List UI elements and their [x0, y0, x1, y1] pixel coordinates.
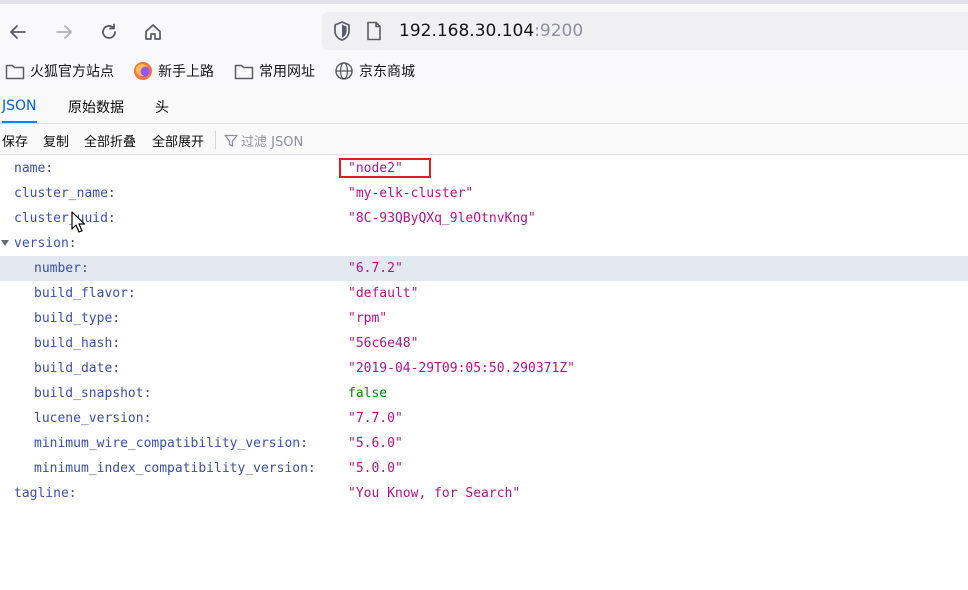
json-row-cluster-uuid[interactable]: cluster_uuid: "8C-93QByQXq_9leOtnvKng" — [0, 206, 968, 231]
url-port: :9200 — [534, 21, 584, 41]
tracking-protection-shield-icon[interactable] — [332, 20, 352, 42]
tab-headers[interactable]: 头 — [155, 90, 169, 123]
json-row-minimum-wire-compatibility-version[interactable]: minimum_wire_compatibility_version: "5.6… — [0, 431, 968, 456]
save-button[interactable]: 保存 — [2, 131, 28, 150]
back-button[interactable] — [2, 16, 34, 48]
bookmark-label: 常用网址 — [259, 64, 315, 80]
page-info-icon[interactable] — [366, 21, 382, 41]
json-key: version: — [14, 236, 77, 251]
json-row-build-snapshot[interactable]: build_snapshot: false — [0, 381, 968, 406]
home-icon — [145, 24, 161, 40]
firefox-icon — [134, 62, 152, 80]
json-key: number: — [34, 261, 89, 276]
reload-button[interactable] — [93, 16, 125, 48]
bookmarks-toolbar: 火狐官方站点 新手上路 常用网址 京东商城 — [0, 56, 968, 86]
globe-icon — [335, 62, 353, 80]
json-key: minimum_index_compatibility_version: — [34, 461, 316, 476]
filter-json-input[interactable]: 过滤 JSON — [224, 131, 303, 150]
json-key: build_flavor: — [34, 286, 136, 301]
json-value: "You Know, for Search" — [348, 486, 521, 501]
json-value: "my-elk-cluster" — [348, 186, 474, 201]
expand-toggle-icon[interactable] — [1, 240, 9, 246]
json-key: cluster_name: — [14, 186, 116, 201]
filter-icon — [224, 134, 238, 147]
json-value: "5.0.0" — [348, 461, 403, 476]
tab-raw-data[interactable]: 原始数据 — [68, 90, 124, 123]
mouse-cursor-icon — [71, 211, 85, 233]
bookmark-getting-started[interactable]: 新手上路 — [133, 60, 214, 82]
tab-json[interactable]: JSON — [2, 90, 37, 123]
bookmark-firefox-official[interactable]: 火狐官方站点 — [5, 60, 114, 82]
url-host: 192.168.30.104 — [399, 21, 535, 41]
viewer-tabs: JSON 原始数据 头 — [0, 90, 968, 124]
json-row-number[interactable]: number: "6.7.2" — [0, 256, 968, 281]
highlight-annotation-box — [339, 158, 431, 178]
json-tree: name: "node2" cluster_name: "my-elk-clus… — [0, 156, 968, 590]
toolbar-divider — [215, 131, 216, 149]
json-value: "6.7.2" — [348, 261, 403, 276]
json-value: false — [348, 386, 388, 401]
folder-icon — [5, 64, 25, 79]
json-key: minimum_wire_compatibility_version: — [34, 436, 308, 451]
collapse-all-button[interactable]: 全部折叠 — [84, 131, 136, 150]
json-value: "rpm" — [348, 311, 388, 326]
bookmark-label: 火狐官方站点 — [30, 64, 114, 80]
bookmark-jd-mall[interactable]: 京东商城 — [334, 60, 415, 82]
json-value: "default" — [348, 286, 419, 301]
url-bar[interactable]: 192.168.30.104:9200 — [322, 12, 968, 50]
navigation-bar: 192.168.30.104:9200 — [0, 0, 968, 56]
expand-all-button[interactable]: 全部展开 — [152, 131, 204, 150]
json-row-build-type[interactable]: build_type: "rpm" — [0, 306, 968, 331]
copy-button[interactable]: 复制 — [43, 131, 69, 150]
json-key: cluster_uuid: — [14, 211, 116, 226]
arrow-left-icon — [10, 25, 26, 39]
json-key: name: — [14, 161, 54, 176]
json-value: "8C-93QByQXq_9leOtnvKng" — [348, 211, 536, 226]
reload-icon — [102, 23, 116, 39]
json-key: build_snapshot: — [34, 386, 152, 401]
json-key: build_date: — [34, 361, 121, 376]
bookmark-common-sites[interactable]: 常用网址 — [234, 60, 315, 82]
bookmark-label: 京东商城 — [359, 64, 415, 80]
json-value: "56c6e48" — [348, 336, 419, 351]
json-value: "5.6.0" — [348, 436, 403, 451]
json-row-build-date[interactable]: build_date: "2019-04-29T09:05:50.290371Z… — [0, 356, 968, 381]
json-value: "2019-04-29T09:05:50.290371Z" — [348, 361, 575, 376]
json-row-name[interactable]: name: "node2" — [0, 156, 968, 181]
bookmark-label: 新手上路 — [158, 64, 214, 80]
json-row-build-flavor[interactable]: build_flavor: "default" — [0, 281, 968, 306]
home-button[interactable] — [137, 16, 169, 48]
json-row-tagline[interactable]: tagline: "You Know, for Search" — [0, 481, 968, 506]
folder-icon — [234, 64, 254, 79]
filter-placeholder: 过滤 JSON — [241, 135, 304, 150]
json-key: build_hash: — [34, 336, 121, 351]
json-toolbar: 保存 复制 全部折叠 全部展开 过滤 JSON — [0, 125, 968, 155]
forward-button[interactable] — [48, 16, 80, 48]
json-key: build_type: — [34, 311, 121, 326]
json-row-lucene-version[interactable]: lucene_version: "7.7.0" — [0, 406, 968, 431]
json-row-cluster-name[interactable]: cluster_name: "my-elk-cluster" — [0, 181, 968, 206]
json-key: tagline: — [14, 486, 77, 501]
json-key: lucene_version: — [34, 411, 152, 426]
json-row-minimum-index-compatibility-version[interactable]: minimum_index_compatibility_version: "5.… — [0, 456, 968, 481]
arrow-right-icon — [56, 25, 72, 39]
json-value: "7.7.0" — [348, 411, 403, 426]
url-text[interactable]: 192.168.30.104:9200 — [399, 21, 583, 41]
json-row-version[interactable]: version: — [0, 231, 968, 256]
json-row-build-hash[interactable]: build_hash: "56c6e48" — [0, 331, 968, 356]
